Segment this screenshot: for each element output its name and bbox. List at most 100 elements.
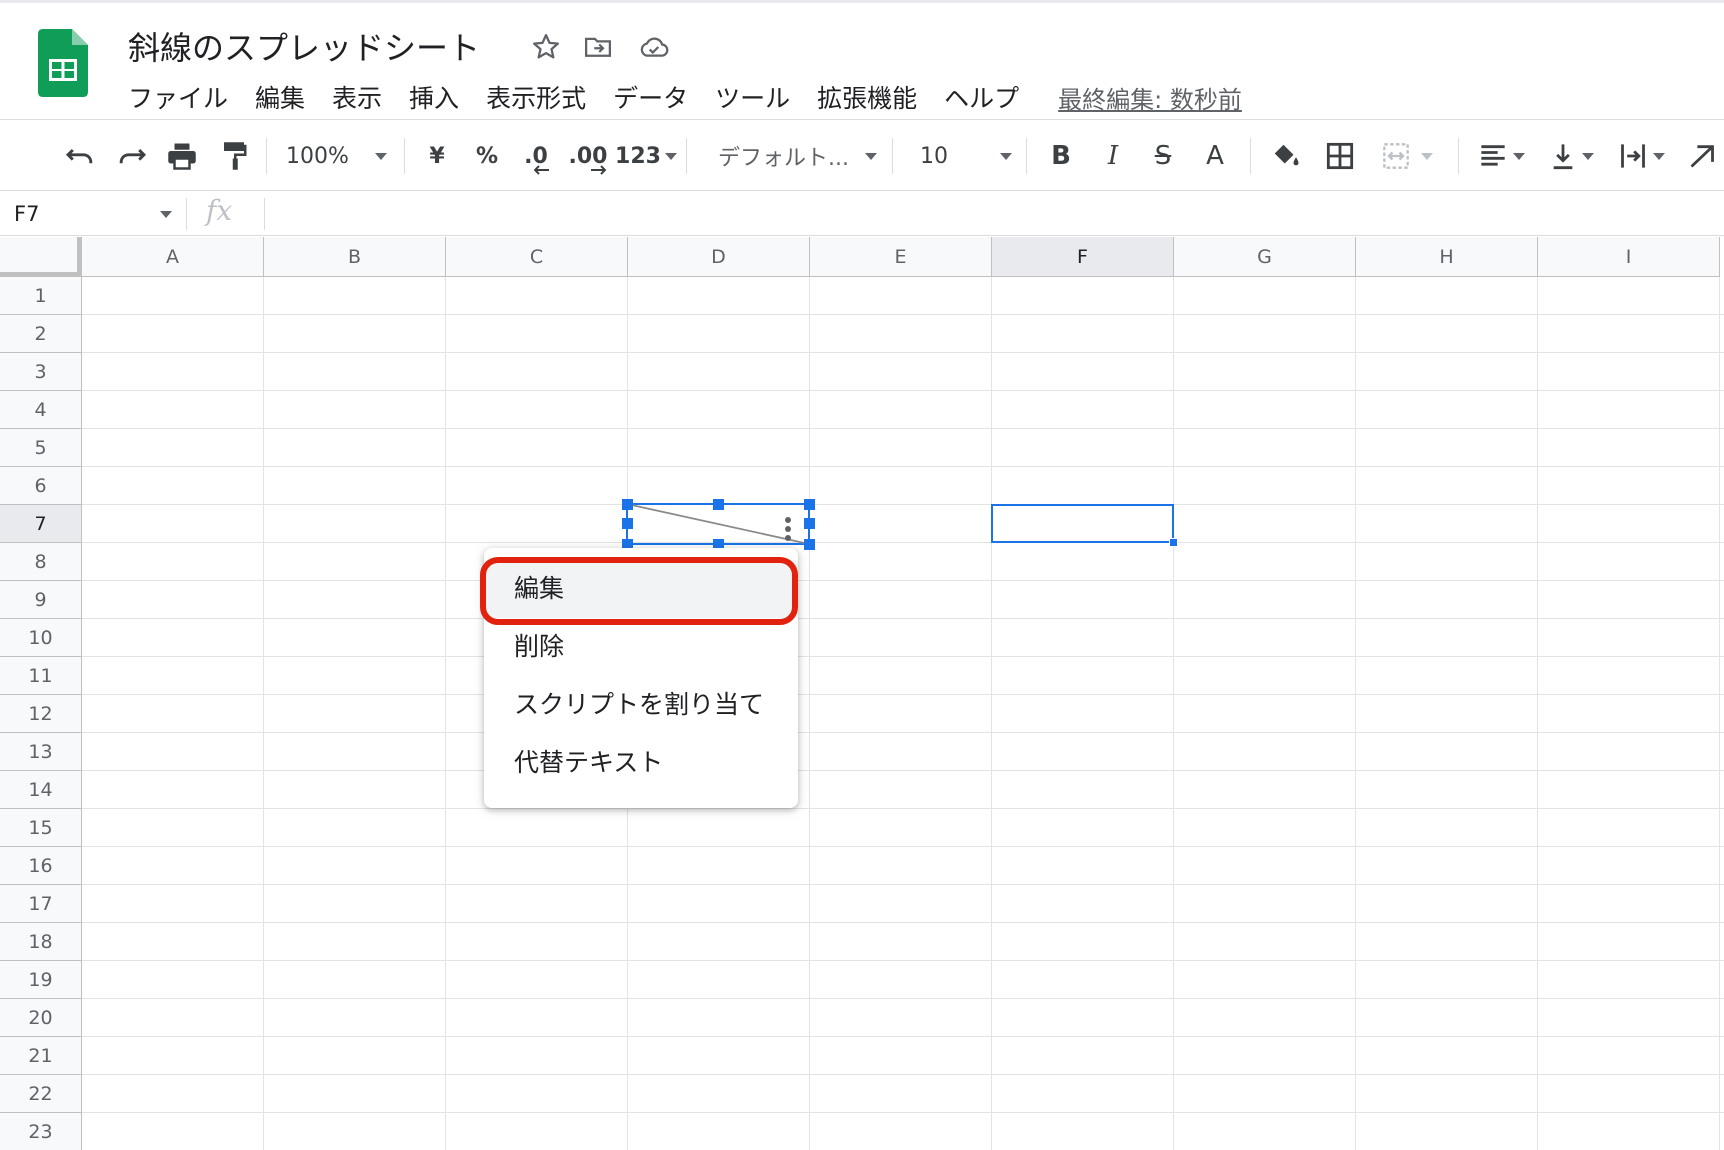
row-header[interactable]: 2 (0, 315, 82, 353)
menu-item-assign-script[interactable]: スクリプトを割り当て (484, 676, 798, 734)
menu-edit[interactable]: 編集 (255, 79, 305, 115)
row-header[interactable]: 7 (0, 505, 82, 543)
strikethrough-button[interactable]: S (1148, 121, 1178, 191)
italic-button[interactable]: I (1098, 121, 1128, 191)
menu-view[interactable]: 表示 (332, 79, 382, 115)
row-header[interactable]: 16 (0, 847, 82, 885)
chevron-down-icon (864, 152, 877, 160)
increase-decimal-button[interactable]: .00 (566, 121, 610, 191)
decrease-decimal-button[interactable]: .0 (518, 121, 554, 191)
text-color-button[interactable]: A (1200, 121, 1230, 191)
row-header[interactable]: 6 (0, 467, 82, 505)
undo-icon[interactable] (60, 121, 100, 191)
resize-handle-top-right[interactable] (804, 499, 815, 510)
formula-bar: F7 fx (0, 192, 1724, 236)
vertical-align-icon[interactable] (1544, 121, 1600, 191)
row-header[interactable]: 17 (0, 885, 82, 923)
arrow-right-icon (591, 165, 606, 175)
percent-format-button[interactable]: % (472, 121, 502, 191)
spreadsheet-grid[interactable]: ABCDEFGHI 1 2 3 4 5 6 7 8 9 10 11 12 13 14 15 16 17 18 19 2… (0, 237, 1724, 1150)
font-size-select[interactable]: 10 (920, 121, 1020, 191)
row-header[interactable]: 5 (0, 429, 82, 467)
row-header[interactable]: 3 (0, 353, 82, 391)
redo-icon[interactable] (112, 121, 152, 191)
chevron-down-icon (1421, 152, 1433, 160)
resize-handle-top[interactable] (713, 499, 724, 510)
font-family-select[interactable]: デフォルト... (718, 121, 880, 191)
star-icon[interactable] (528, 29, 564, 65)
selected-cell-f7[interactable] (991, 504, 1174, 543)
select-all-corner[interactable] (0, 237, 82, 277)
merge-cells-icon[interactable] (1376, 121, 1438, 191)
menu-data[interactable]: データ (613, 79, 688, 115)
menu-format[interactable]: 表示形式 (486, 79, 586, 115)
text-wrap-icon[interactable] (1614, 121, 1670, 191)
resize-handle-right[interactable] (804, 518, 815, 529)
chevron-down-icon (1582, 152, 1594, 160)
fill-color-icon[interactable] (1268, 121, 1304, 191)
font-size-value: 10 (920, 143, 948, 169)
row-header[interactable]: 22 (0, 1075, 82, 1113)
row-header[interactable]: 1 (0, 277, 82, 315)
column-header[interactable]: G (1174, 237, 1356, 277)
column-header[interactable]: F (992, 237, 1174, 277)
chevron-down-icon[interactable] (160, 211, 172, 218)
annotation-highlight-box (480, 557, 798, 625)
column-header[interactable]: E (810, 237, 992, 277)
menu-item-alt-text[interactable]: 代替テキスト (484, 734, 798, 792)
resize-handle-top-left[interactable] (622, 499, 633, 510)
number-format-label: 123 (615, 143, 661, 169)
row-header[interactable]: 9 (0, 581, 82, 619)
font-family-value: デフォルト... (718, 146, 849, 171)
row-header[interactable]: 15 (0, 809, 82, 847)
row-header[interactable]: 14 (0, 771, 82, 809)
menu-insert[interactable]: 挿入 (409, 79, 459, 115)
chevron-down-icon (664, 152, 677, 160)
resize-handle-bottom-right[interactable] (804, 539, 815, 550)
name-box[interactable]: F7 (14, 192, 39, 236)
fill-handle[interactable] (1169, 538, 1178, 547)
menu-tools[interactable]: ツール (715, 79, 790, 115)
column-header[interactable]: D (628, 237, 810, 277)
borders-icon[interactable] (1322, 121, 1358, 191)
row-header[interactable]: 12 (0, 695, 82, 733)
text-rotation-icon[interactable] (1684, 121, 1720, 191)
row-header[interactable]: 10 (0, 619, 82, 657)
row-header[interactable]: 11 (0, 657, 82, 695)
menu-file[interactable]: ファイル (128, 79, 228, 115)
zoom-select[interactable]: 100% (286, 121, 396, 191)
row-header[interactable]: 20 (0, 999, 82, 1037)
number-format-select[interactable]: 123 (615, 121, 677, 191)
more-options-icon[interactable] (783, 516, 793, 542)
column-header[interactable]: A (82, 237, 264, 277)
row-header[interactable]: 19 (0, 961, 82, 999)
cloud-saved-icon[interactable] (636, 29, 672, 65)
document-title[interactable]: 斜線のスプレッドシート (128, 23, 480, 69)
row-header[interactable]: 8 (0, 543, 82, 581)
menu-help[interactable]: ヘルプ (944, 79, 1019, 115)
row-header[interactable]: 21 (0, 1037, 82, 1075)
move-folder-icon[interactable] (580, 29, 616, 65)
toolbar: 100% ¥ % .0 .00 123 デフォルト... 10 B I S A (0, 121, 1724, 191)
column-header[interactable]: C (446, 237, 628, 277)
chevron-down-icon (374, 152, 387, 160)
paint-format-icon[interactable] (214, 121, 254, 191)
column-header[interactable]: B (264, 237, 446, 277)
last-edit-link[interactable]: 最終編集: 数秒前 (1058, 80, 1242, 115)
row-header[interactable]: 18 (0, 923, 82, 961)
menu-extensions[interactable]: 拡張機能 (817, 79, 917, 115)
horizontal-align-icon[interactable] (1474, 121, 1530, 191)
bold-button[interactable]: B (1046, 121, 1076, 191)
sheets-logo-icon[interactable] (38, 29, 88, 97)
menu-item-delete[interactable]: 削除 (484, 618, 798, 676)
column-header[interactable]: I (1538, 237, 1720, 277)
chevron-down-icon (1000, 152, 1012, 160)
currency-format-button[interactable]: ¥ (422, 121, 452, 191)
resize-handle-left[interactable] (622, 518, 633, 529)
column-header[interactable]: H (1356, 237, 1538, 277)
row-header[interactable]: 23 (0, 1113, 82, 1150)
print-icon[interactable] (162, 121, 202, 191)
row-header[interactable]: 13 (0, 733, 82, 771)
row-header[interactable]: 4 (0, 391, 82, 429)
zoom-value: 100% (286, 143, 349, 169)
